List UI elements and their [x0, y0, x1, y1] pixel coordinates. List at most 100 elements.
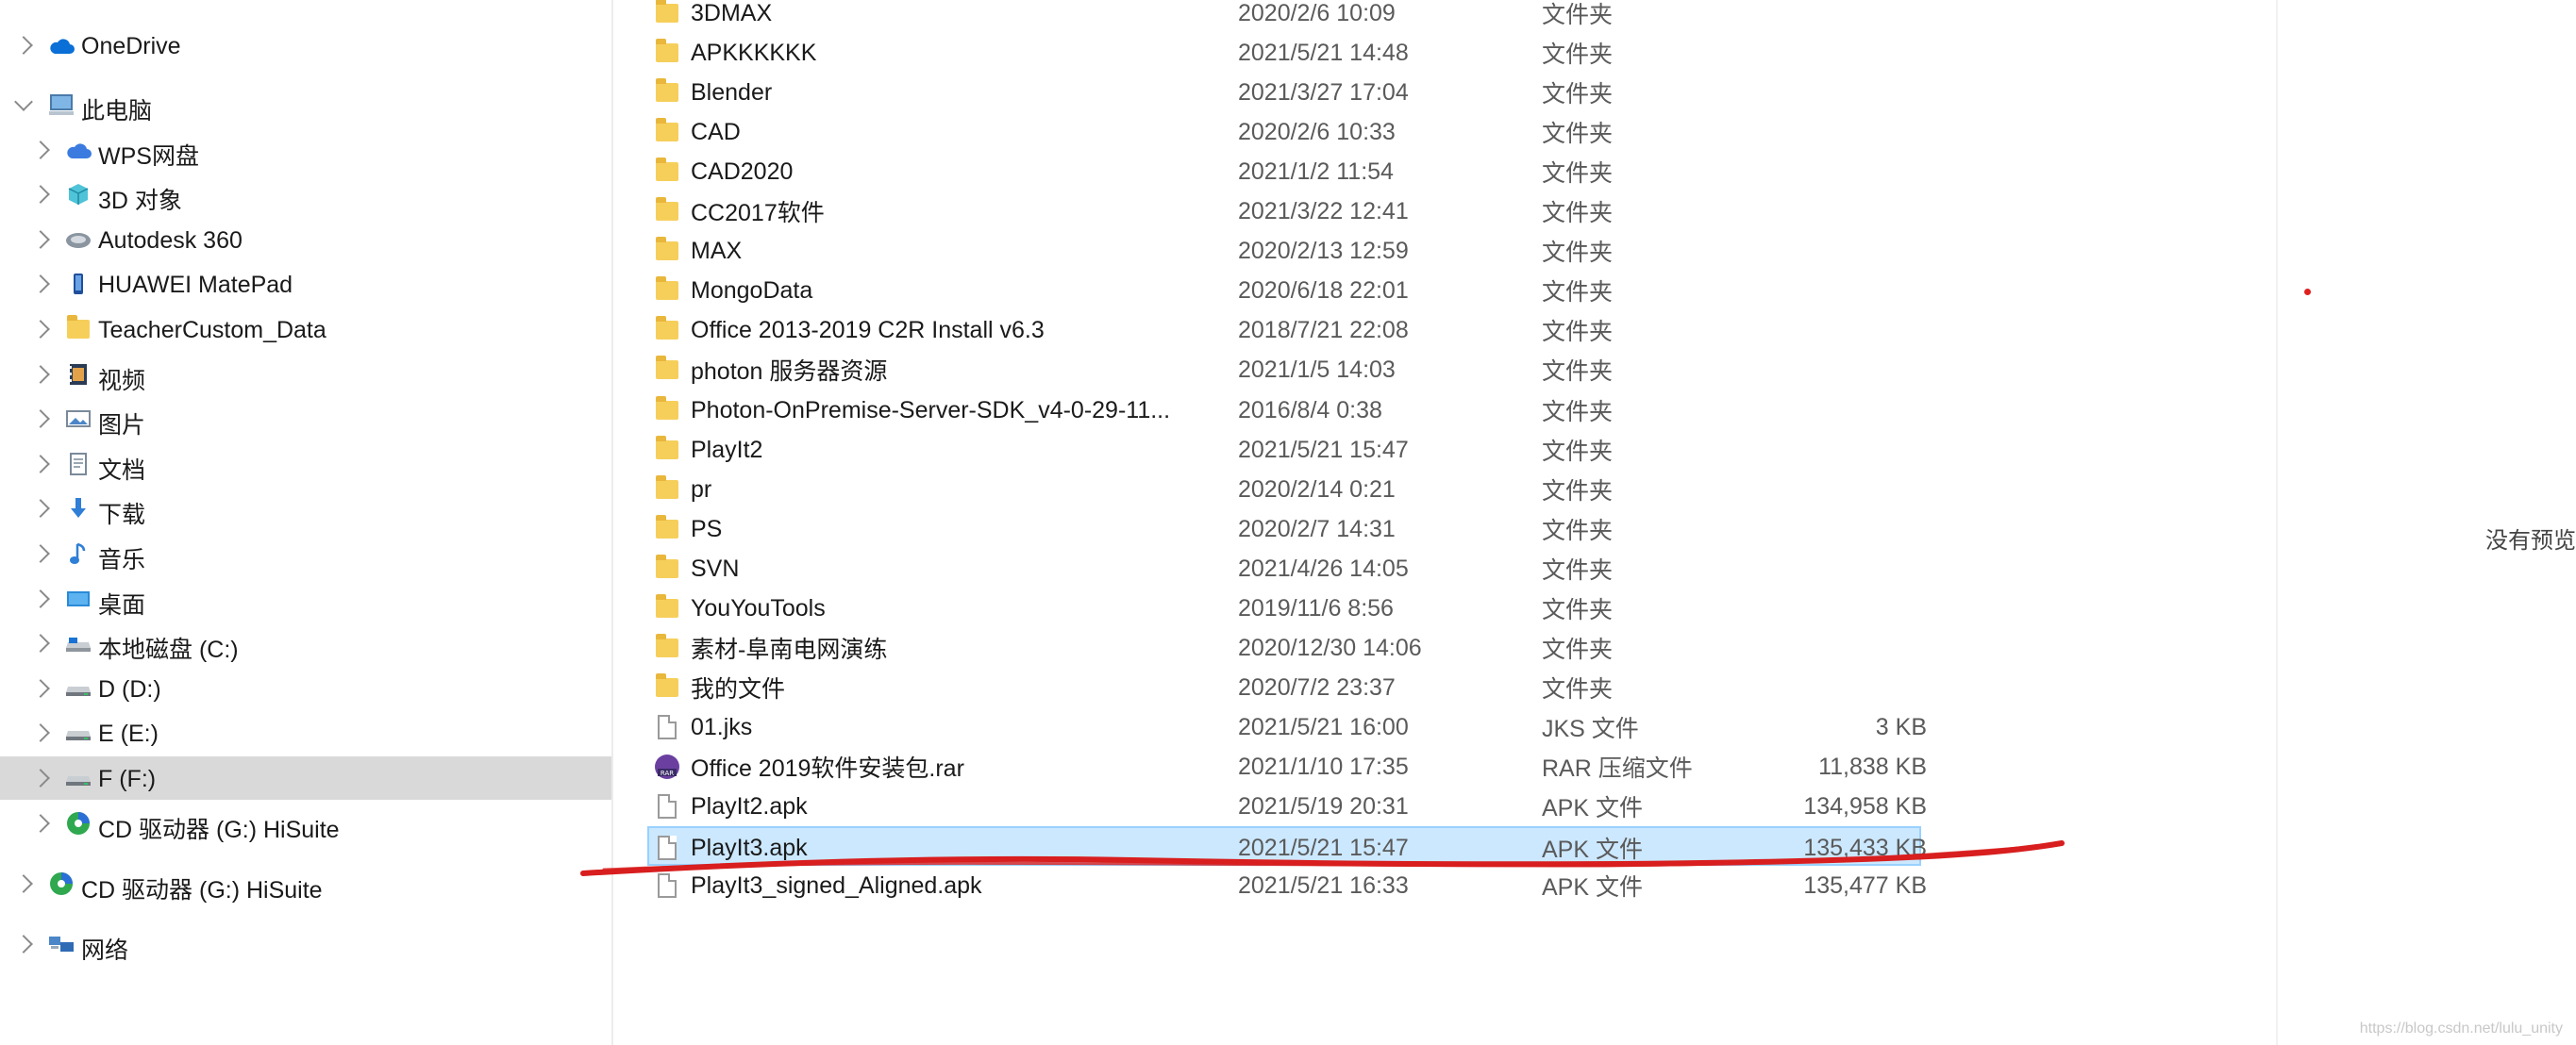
nav-item-label: HUAWEI MatePad [98, 272, 293, 298]
file-type: 文件夹 [1542, 160, 1614, 187]
nav-item[interactable]: 网络 [0, 922, 611, 966]
file-size [1663, 191, 1927, 231]
file-size: 11,838 KB [1818, 753, 1927, 780]
chevron-right-icon[interactable] [31, 634, 50, 653]
nav-item[interactable]: 文档 [0, 442, 611, 486]
chevron-right-icon[interactable] [14, 935, 33, 954]
nav-item[interactable]: WPS网盘 [0, 128, 611, 172]
chevron-right-icon[interactable] [31, 455, 50, 473]
nav-item[interactable]: 视频 [0, 353, 611, 396]
file-size [1663, 470, 1927, 509]
nav-item[interactable]: 本地磁盘 (C:) [0, 622, 611, 665]
drive-icon [64, 766, 92, 790]
file-date-modified: 2020/2/6 10:09 [1238, 0, 1396, 26]
file-row[interactable]: SVN 2021/4/26 14:05 文件夹 [644, 549, 2530, 589]
file-row[interactable]: 素材-阜南电网演练 2020/12/30 14:06 文件夹 [644, 628, 2530, 668]
nav-item[interactable]: 音乐 [0, 532, 611, 575]
rar-archive-icon: RAR [653, 747, 681, 787]
wps-cloud-icon [64, 138, 92, 162]
nav-item[interactable]: TeacherCustom_Data [0, 307, 611, 351]
file-size: 3 KB [1875, 713, 1927, 740]
file-name: Blender [691, 78, 773, 106]
nav-item[interactable]: CD 驱动器 (G:) HiSuite [0, 862, 611, 905]
file-type: 文件夹 [1542, 597, 1614, 623]
nav-item[interactable]: 图片 [0, 397, 611, 440]
file-row[interactable]: PS 2020/2/7 14:31 文件夹 [644, 509, 2530, 549]
nav-item[interactable]: OneDrive [0, 24, 611, 67]
folder-icon [653, 430, 681, 470]
drive-icon [64, 676, 92, 701]
file-row[interactable]: 3DMAX 2020/2/6 10:09 文件夹 [644, 0, 2530, 33]
chevron-right-icon[interactable] [31, 365, 50, 384]
file-row[interactable]: 我的文件 2020/7/2 23:37 文件夹 [644, 668, 2530, 707]
nav-item[interactable]: 下载 [0, 487, 611, 530]
nav-item-label: OneDrive [81, 33, 181, 59]
file-row[interactable]: MAX 2020/2/13 12:59 文件夹 [644, 231, 2530, 271]
folder-icon [653, 0, 681, 33]
file-row[interactable]: PlayIt3_signed_Aligned.apk 2021/5/21 16:3… [644, 866, 2530, 905]
chevron-right-icon[interactable] [31, 274, 50, 293]
chevron-right-icon[interactable] [31, 679, 50, 698]
chevron-right-icon[interactable] [31, 185, 50, 204]
file-name: CAD2020 [691, 158, 794, 185]
file-date-modified: 2020/6/18 22:01 [1238, 276, 1409, 304]
file-row[interactable]: CAD 2020/2/6 10:33 文件夹 [644, 112, 2530, 152]
file-row[interactable]: APKKKKKK 2021/5/21 14:48 文件夹 [644, 33, 2530, 73]
nav-item[interactable]: E (E:) [0, 711, 611, 755]
nav-item[interactable]: 此电脑 [0, 83, 611, 126]
file-row[interactable]: RAR Office 2019软件安装包.rar 2021/1/10 17:35 RA… [644, 747, 2530, 787]
drive-icon [64, 721, 92, 745]
chevron-right-icon[interactable] [31, 320, 50, 339]
file-row[interactable]: PlayIt2 2021/5/21 15:47 文件夹 [644, 430, 2530, 470]
file-row[interactable]: Office 2013-2019 C2R Install v6.3 2018/7/… [644, 310, 2530, 350]
file-icon [653, 866, 681, 905]
onedrive-cloud-icon [47, 33, 75, 58]
file-size [1663, 549, 1927, 589]
nav-item[interactable]: D (D:) [0, 667, 611, 710]
file-name: PlayIt3.apk [691, 834, 808, 861]
file-row[interactable]: PlayIt3.apk 2021/5/21 15:47 APK 文件 135,433 … [647, 826, 1927, 866]
chevron-right-icon[interactable] [31, 409, 50, 428]
chevron-right-icon[interactable] [31, 814, 50, 833]
nav-item[interactable]: HUAWEI MatePad [0, 262, 611, 306]
chevron-right-icon[interactable] [14, 874, 33, 893]
file-name: photon 服务器资源 [691, 358, 888, 385]
nav-item[interactable]: CD 驱动器 (G:) HiSuite [0, 802, 611, 845]
nav-item[interactable]: 3D 对象 [0, 173, 611, 216]
file-row[interactable]: MongoData 2020/6/18 22:01 文件夹 [644, 271, 2530, 310]
file-row[interactable]: CC2017软件 2021/3/22 12:41 文件夹 [644, 191, 2530, 231]
file-row[interactable]: photon 服务器资源 2021/1/5 14:03 文件夹 [644, 350, 2530, 390]
folder-icon [653, 589, 681, 628]
file-date-modified: 2021/5/21 16:33 [1238, 871, 1409, 899]
file-name: Office 2013-2019 C2R Install v6.3 [691, 316, 1045, 343]
chevron-right-icon[interactable] [31, 589, 50, 608]
file-size [1663, 152, 1927, 191]
chevron-right-icon[interactable] [31, 723, 50, 742]
chevron-down-icon[interactable] [14, 92, 33, 111]
chevron-right-icon[interactable] [31, 230, 50, 249]
nav-item-label: CD 驱动器 (G:) HiSuite [81, 877, 323, 904]
file-row[interactable]: PlayIt2.apk 2021/5/19 20:31 APK 文件 134,958 … [644, 787, 2530, 826]
file-type: 文件夹 [1542, 518, 1614, 544]
file-row[interactable]: 01.jks 2021/5/21 16:00 JKS 文件 3 KB [644, 707, 2530, 747]
nav-item[interactable]: 桌面 [0, 577, 611, 621]
file-row[interactable]: YouYouTools 2019/11/6 8:56 文件夹 [644, 589, 2530, 628]
file-row[interactable]: pr 2020/2/14 0:21 文件夹 [644, 470, 2530, 509]
nav-item[interactable]: Autodesk 360 [0, 218, 611, 261]
nav-item-label: 下载 [98, 502, 146, 528]
nav-item[interactable]: F (F:) [0, 756, 611, 800]
file-row[interactable]: Photon-OnPremise-Server-SDK_v4-0-29-11..… [644, 390, 2530, 430]
chevron-right-icon[interactable] [31, 499, 50, 518]
chevron-right-icon[interactable] [31, 769, 50, 788]
file-size [1663, 509, 1927, 549]
file-row[interactable]: Blender 2021/3/27 17:04 文件夹 [644, 73, 2530, 112]
nav-item-label: 音乐 [98, 547, 146, 573]
file-row[interactable]: CAD2020 2021/1/2 11:54 文件夹 [644, 152, 2530, 191]
file-size [1663, 0, 1927, 33]
file-size [1663, 668, 1927, 707]
folder-icon [653, 191, 681, 231]
chevron-right-icon[interactable] [31, 544, 50, 563]
chevron-right-icon[interactable] [14, 36, 33, 55]
file-type: 文件夹 [1542, 399, 1614, 425]
chevron-right-icon[interactable] [31, 141, 50, 159]
